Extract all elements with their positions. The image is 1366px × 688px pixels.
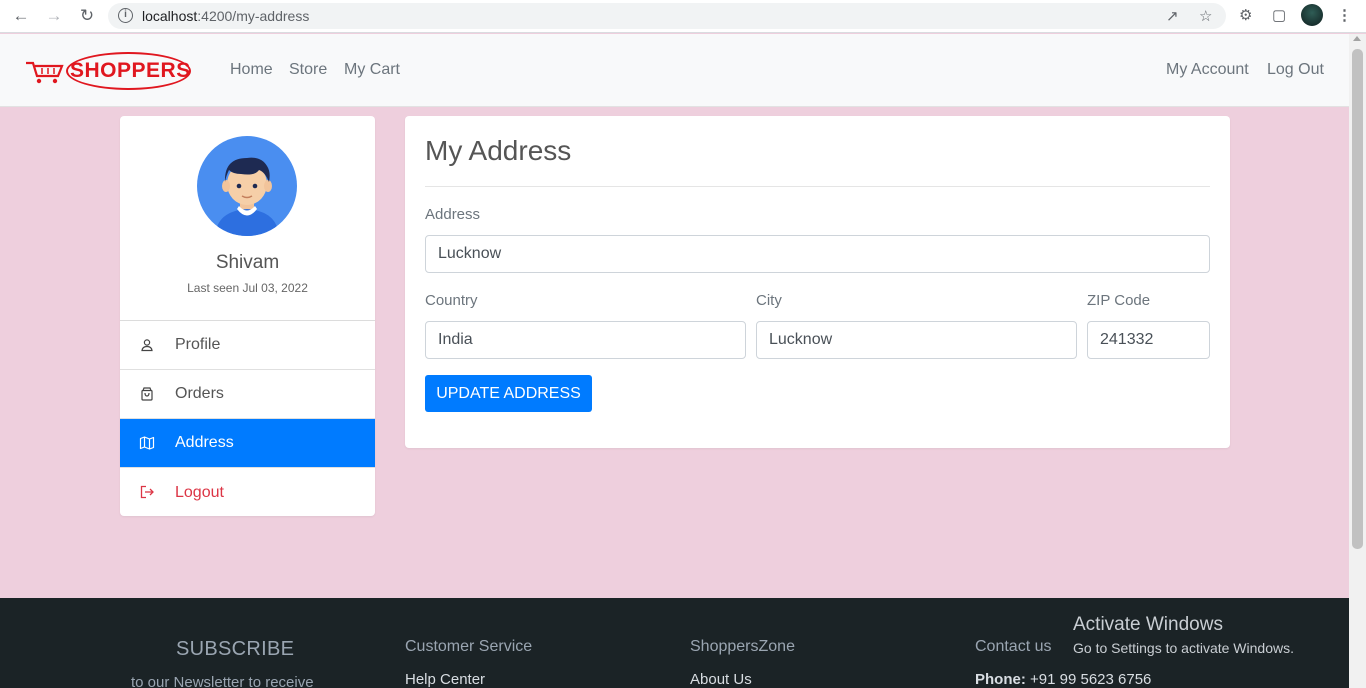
- url-text: localhost:4200/my-address: [142, 8, 310, 24]
- menu-label-address: Address: [175, 434, 234, 451]
- country-label: Country: [425, 292, 478, 309]
- back-icon[interactable]: ←: [9, 5, 33, 27]
- address-bar[interactable]: i localhost:4200/my-address ↗ ☆: [108, 3, 1226, 29]
- address-card: My Address Address Country City ZIP Code…: [405, 116, 1230, 448]
- nav-my-account[interactable]: My Account: [1166, 61, 1249, 79]
- nav-my-cart[interactable]: My Cart: [344, 61, 400, 79]
- avatar: [197, 136, 297, 236]
- shopping-bag-icon: [141, 387, 153, 401]
- map-icon: [139, 436, 155, 450]
- forward-icon[interactable]: →: [42, 5, 66, 27]
- browser-menu-icon[interactable]: ⋮: [1337, 6, 1352, 24]
- title-divider: [425, 186, 1210, 187]
- reload-icon[interactable]: ↻: [75, 5, 99, 27]
- shoppers-logo[interactable]: SHOPPERS: [24, 51, 196, 91]
- footer-phone-label: Phone:: [975, 671, 1026, 688]
- menu-label-profile: Profile: [175, 336, 221, 353]
- footer-phone-value: +91 99 5623 6756: [1030, 671, 1152, 688]
- footer: SUBSCRIBE to our Newsletter to receive C…: [0, 598, 1349, 688]
- nav-home[interactable]: Home: [230, 61, 273, 79]
- menu-item-profile[interactable]: Profile: [120, 321, 375, 370]
- footer-phone: Phone: +91 99 5623 6756: [975, 671, 1151, 688]
- last-seen-text: Last seen Jul 03, 2022: [187, 281, 308, 295]
- footer-subscribe-title: SUBSCRIBE: [176, 638, 295, 660]
- activate-windows-subtitle: Go to Settings to activate Windows.: [1073, 640, 1294, 656]
- profile-card: Shivam Last seen Jul 03, 2022 Profile Or…: [120, 116, 375, 516]
- footer-help-center-link[interactable]: Help Center: [405, 671, 485, 688]
- side-panel-icon[interactable]: ▢: [1272, 6, 1286, 24]
- nav-store[interactable]: Store: [289, 61, 327, 79]
- nav-log-out[interactable]: Log Out: [1267, 61, 1324, 79]
- cart-logo-icon: [26, 61, 64, 84]
- bookmark-star-icon[interactable]: ☆: [1199, 7, 1212, 25]
- site-header: SHOPPERS Home Store My Cart My Account L…: [0, 34, 1349, 107]
- user-icon: [141, 339, 153, 352]
- menu-item-orders[interactable]: Orders: [120, 370, 375, 419]
- scroll-thumb[interactable]: [1352, 49, 1363, 549]
- footer-customer-service-title: Customer Service: [405, 638, 533, 655]
- user-avatar-icon: [197, 136, 297, 236]
- logout-icon: [140, 485, 154, 499]
- browser-toolbar: ← → ↻ i localhost:4200/my-address ↗ ☆ ⚙ …: [0, 0, 1366, 33]
- menu-label-logout: Logout: [175, 483, 224, 501]
- menu-item-address[interactable]: Address: [120, 419, 375, 468]
- menu-item-logout[interactable]: Logout: [120, 468, 375, 516]
- country-input[interactable]: [425, 321, 746, 359]
- page-scrollbar[interactable]: [1349, 34, 1366, 688]
- browser-profile-avatar[interactable]: [1301, 4, 1323, 26]
- page-title: My Address: [425, 135, 572, 166]
- address-input[interactable]: [425, 235, 1210, 273]
- site-info-icon[interactable]: i: [118, 8, 133, 23]
- user-name: Shivam: [215, 252, 280, 273]
- footer-contact-title: Contact us: [975, 638, 1052, 655]
- footer-about-us-link[interactable]: About Us: [690, 671, 752, 688]
- footer-zone-title: ShoppersZone: [690, 638, 795, 655]
- footer-subscribe-text: to our Newsletter to receive: [131, 674, 314, 688]
- address-label: Address: [425, 206, 481, 223]
- logo-text: SHOPPERS: [70, 59, 191, 82]
- city-label: City: [756, 292, 782, 309]
- extensions-icon[interactable]: ⚙: [1239, 6, 1252, 24]
- zip-input[interactable]: [1087, 321, 1210, 359]
- zip-label: ZIP Code: [1087, 292, 1151, 309]
- menu-label-orders: Orders: [175, 385, 224, 402]
- share-icon[interactable]: ↗: [1166, 7, 1179, 25]
- activate-windows-title: Activate Windows: [1073, 614, 1223, 635]
- city-input[interactable]: [756, 321, 1077, 359]
- update-address-button[interactable]: UPDATE ADDRESS: [425, 375, 592, 412]
- scroll-up-arrow-icon[interactable]: [1353, 36, 1361, 41]
- profile-menu: Profile Orders Address Logout: [120, 320, 375, 516]
